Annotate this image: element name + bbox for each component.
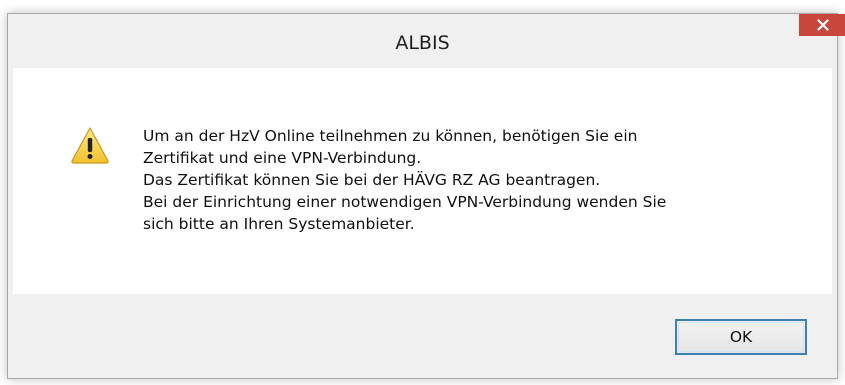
message-line: sich bitte an Ihren Systemanbieter. (143, 215, 415, 233)
close-button[interactable] (799, 14, 845, 36)
message-dialog: ALBIS Um an der HzV Online teilnehmen zu… (7, 13, 845, 379)
button-bar: OK (13, 294, 832, 374)
message-text: Um an der HzV Online teilnehmen zu könne… (143, 125, 813, 235)
warning-icon (71, 127, 109, 164)
window-title: ALBIS (395, 32, 450, 54)
title-bar[interactable]: ALBIS (8, 14, 837, 68)
message-line: Bei der Einrichtung einer notwendigen VP… (143, 193, 667, 211)
message-area: Um an der HzV Online teilnehmen zu könne… (13, 68, 832, 294)
message-line: Das Zertifikat können Sie bei der HÄVG R… (143, 171, 601, 189)
message-line: Zertifikat und eine VPN-Verbindung. (143, 149, 422, 167)
ok-button[interactable]: OK (675, 319, 807, 355)
close-icon (816, 19, 829, 31)
message-line: Um an der HzV Online teilnehmen zu könne… (143, 127, 638, 145)
ok-button-label: OK (729, 328, 753, 346)
